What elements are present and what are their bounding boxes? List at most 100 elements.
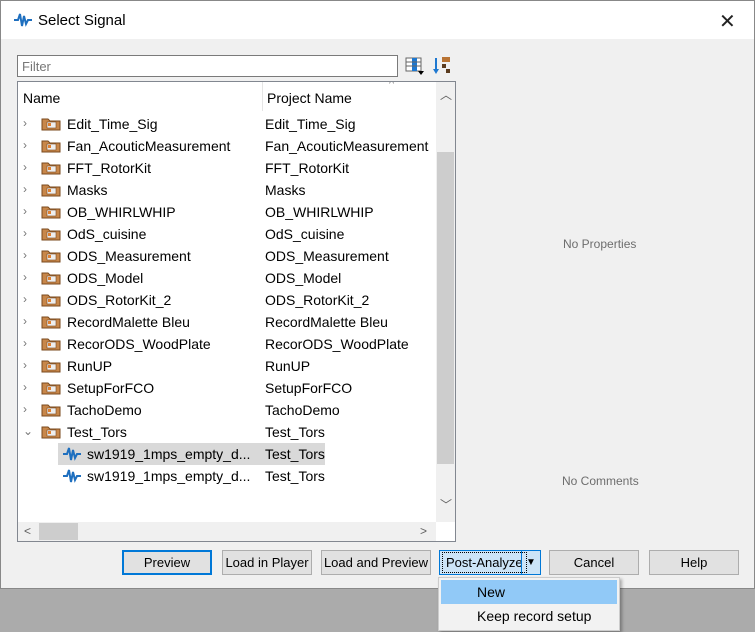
row-project: RecordMalette Bleu [265,314,388,330]
tree-row-project[interactable]: › Edit_Time_Sig Edit_Time_Sig [18,113,436,135]
row-project: TachoDemo [265,402,340,418]
close-button[interactable]: ✕ [719,9,736,34]
row-name: FFT_RotorKit [67,160,152,176]
row-project: Fan_AcouticMeasurement [265,138,429,154]
column-header-project[interactable]: Project Name [267,90,352,106]
post-analyze-label[interactable]: Post-Analyze [442,552,527,573]
cancel-button[interactable]: Cancel [549,550,639,575]
project-folder-icon [41,360,61,373]
chevron-right-icon[interactable]: › [23,314,27,328]
tree-row-signal[interactable]: sw1919_1mps_empty_d... Test_Tors [18,443,436,465]
signal-icon [63,447,81,461]
comments-placeholder: No Comments [562,474,639,488]
chevron-down-icon[interactable]: ⌄ [23,424,33,438]
chevron-right-icon[interactable]: › [23,182,27,196]
tree-row-project[interactable]: › RecordMalette Bleu RecordMalette Bleu [18,311,436,333]
column-header-name[interactable]: Name [23,90,60,106]
row-name: SetupForFCO [67,380,155,396]
scroll-down-icon[interactable]: ﹀ [440,496,452,513]
horizontal-scroll-thumb[interactable] [39,523,78,540]
tree-row-project[interactable]: › ODS_Measurement ODS_Measurement [18,245,436,267]
scroll-left-icon[interactable]: < [24,524,31,538]
title-bar: Select Signal ✕ [1,1,754,39]
tree-row-project[interactable]: › TachoDemo TachoDemo [18,399,436,421]
menu-item-keep-record-setup[interactable]: Keep record setup [441,604,617,628]
scroll-up-icon[interactable]: ︿ [440,86,452,103]
tree-row-project[interactable]: › Fan_AcouticMeasurement Fan_AcouticMeasur… [18,135,436,157]
tree-row-project[interactable]: › ODS_Model ODS_Model [18,267,436,289]
project-folder-icon [41,184,61,197]
project-folder-icon [41,118,61,131]
tree-row-project[interactable]: ⌄ Test_Tors Test_Tors [18,421,436,443]
row-project: ODS_Measurement [265,248,389,264]
tree-header: Name Project Name ^ [18,82,436,113]
row-name: Fan_AcouticMeasurement [67,138,231,154]
row-project: SetupForFCO [265,380,353,396]
row-name: ODS_Measurement [67,248,191,264]
sort-ascending-icon: ^ [389,81,395,90]
row-name: sw1919_1mps_empty_d... [87,468,251,484]
tree-row-project[interactable]: › RecorODS_WoodPlate RecorODS_WoodPlate [18,333,436,355]
tree-row-project[interactable]: › FFT_RotorKit FFT_RotorKit [18,157,436,179]
tree-row-project[interactable]: › ODS_RotorKit_2 ODS_RotorKit_2 [18,289,436,311]
row-project: RecorODS_WoodPlate [265,336,409,352]
dropdown-arrow-icon[interactable]: ▼ [526,551,536,574]
chevron-right-icon[interactable]: › [23,358,27,372]
chevron-right-icon[interactable]: › [23,336,27,350]
row-project: OdS_cuisine [265,226,345,242]
row-project: OB_WHIRLWHIP [265,204,374,220]
tree-row-project[interactable]: › SetupForFCO SetupForFCO [18,377,436,399]
tree-row-project[interactable]: › OB_WHIRLWHIP OB_WHIRLWHIP [18,201,436,223]
chevron-right-icon[interactable]: › [23,160,27,174]
vertical-scroll-thumb[interactable] [437,152,454,464]
menu-item-new[interactable]: New [441,580,617,604]
chevron-right-icon[interactable]: › [23,116,27,130]
horizontal-scrollbar[interactable]: < > [18,522,436,541]
column-chooser-icon[interactable] [405,56,425,76]
project-folder-icon [41,228,61,241]
vertical-scrollbar[interactable]: ︿ ﹀ [436,82,455,522]
project-folder-icon [41,316,61,329]
row-name: OdS_cuisine [67,226,147,242]
signal-icon [63,469,81,483]
filter-input[interactable] [17,55,398,77]
row-name: OB_WHIRLWHIP [67,204,176,220]
project-folder-icon [41,206,61,219]
help-button[interactable]: Help [649,550,739,575]
row-project: Test_Tors [265,468,325,484]
project-folder-icon [41,338,61,351]
sort-tree-icon[interactable] [433,56,453,76]
tree-row-signal[interactable]: sw1919_1mps_empty_d... Test_Tors [18,465,436,487]
row-name: RecordMalette Bleu [67,314,190,330]
row-project: Masks [265,182,306,198]
row-project: ODS_Model [265,270,342,286]
chevron-right-icon[interactable]: › [23,380,27,394]
project-folder-icon [41,250,61,263]
project-folder-icon [41,140,61,153]
chevron-right-icon[interactable]: › [23,226,27,240]
project-folder-icon [41,426,61,439]
chevron-right-icon[interactable]: › [23,204,27,218]
tree-row-project[interactable]: › Masks Masks [18,179,436,201]
post-analyze-split-button[interactable]: Post-Analyze ▼ [439,550,541,575]
chevron-right-icon[interactable]: › [23,270,27,284]
project-folder-icon [41,404,61,417]
tree-row-project[interactable]: › OdS_cuisine OdS_cuisine [18,223,436,245]
row-project: Test_Tors [265,424,325,440]
load-in-player-button[interactable]: Load in Player [222,550,312,575]
load-and-preview-button[interactable]: Load and Preview [321,550,431,575]
row-project: Test_Tors [265,446,325,462]
signal-tree[interactable]: Name Project Name ^ › Edit_Time_Sig Edit_T… [17,81,456,542]
row-name: Masks [67,182,108,198]
project-folder-icon [41,272,61,285]
chevron-right-icon[interactable]: › [23,248,27,262]
tree-row-project[interactable]: › RunUP RunUP [18,355,436,377]
preview-button[interactable]: Preview [122,550,212,575]
row-name: TachoDemo [67,402,142,418]
chevron-right-icon[interactable]: › [23,402,27,416]
chevron-right-icon[interactable]: › [23,138,27,152]
row-project: Edit_Time_Sig [265,116,356,132]
signal-icon [14,13,32,27]
chevron-right-icon[interactable]: › [23,292,27,306]
scroll-right-icon[interactable]: > [420,524,427,538]
